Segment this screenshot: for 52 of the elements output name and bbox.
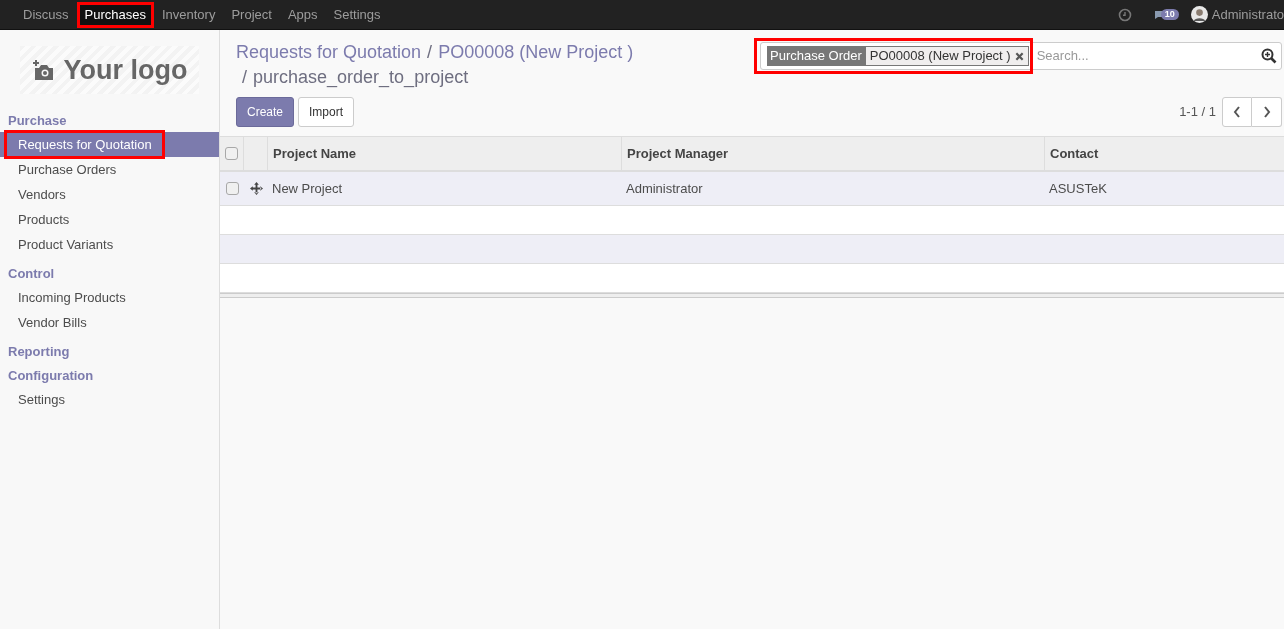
sidebar-item[interactable]: Product Variants bbox=[0, 232, 219, 257]
column-header[interactable]: Project Name bbox=[273, 143, 357, 164]
messages-button[interactable]: 10 bbox=[1153, 9, 1179, 20]
sidebar-item[interactable]: Vendor Bills bbox=[0, 310, 219, 335]
remove-icon[interactable] bbox=[1014, 51, 1024, 61]
checkbox[interactable] bbox=[225, 182, 239, 195]
facet-value: PO00008 (New Project ) bbox=[864, 46, 1029, 66]
section-heading: Control bbox=[7, 265, 56, 283]
section-heading: Purchase bbox=[7, 112, 68, 130]
table-cell: New Project bbox=[272, 180, 343, 196]
pager-value: 1-1 / 1 bbox=[1179, 103, 1216, 122]
import-button[interactable]: Import bbox=[298, 97, 355, 127]
column-header[interactable]: Project Manager bbox=[627, 143, 729, 164]
facet-label: Purchase Order bbox=[767, 46, 865, 66]
breadcrumb-separator: / bbox=[426, 41, 434, 64]
chevron-left-icon bbox=[1233, 106, 1241, 118]
section-heading: Configuration bbox=[7, 367, 95, 385]
previous-button[interactable] bbox=[1222, 97, 1252, 127]
menu-item[interactable]: Inventory bbox=[153, 1, 224, 28]
menu-item[interactable]: Project bbox=[223, 1, 280, 28]
menu-item[interactable]: Settings bbox=[325, 1, 389, 28]
sidebar-item[interactable]: Purchase Orders bbox=[0, 157, 219, 182]
menu-item[interactable]: Apps bbox=[279, 1, 326, 28]
breadcrumb-link[interactable]: Requests for Quotation bbox=[236, 40, 422, 65]
sidebar-item[interactable]: Products bbox=[0, 207, 219, 232]
menu-item[interactable]: Discuss bbox=[15, 1, 77, 28]
checkbox[interactable] bbox=[225, 147, 238, 160]
section-heading: Reporting bbox=[7, 343, 71, 361]
camera-icon bbox=[31, 59, 56, 81]
sidebar-item[interactable]: Incoming Products bbox=[0, 285, 219, 310]
sidebar-item[interactable]: Vendors bbox=[0, 182, 219, 207]
chat-icon bbox=[1153, 9, 1164, 20]
table-cell: ASUSTeK bbox=[1049, 180, 1107, 196]
breadcrumb-current: purchase_order_to_project bbox=[253, 66, 469, 90]
message-count: 10 bbox=[1160, 9, 1179, 20]
menu-item[interactable]: Purchases bbox=[76, 1, 154, 28]
drag-handle-icon[interactable] bbox=[249, 182, 263, 195]
table-cell: Administrator bbox=[626, 180, 703, 196]
search-input[interactable]: Search... bbox=[1034, 46, 1261, 66]
chevron-right-icon bbox=[1262, 106, 1271, 118]
logo: Your logo bbox=[20, 46, 199, 94]
search-icon[interactable] bbox=[1261, 48, 1277, 64]
clock-icon[interactable] bbox=[1117, 7, 1132, 22]
next-button[interactable] bbox=[1252, 97, 1282, 127]
avatar-icon bbox=[1190, 6, 1208, 23]
sidebar-item[interactable]: Requests for Quotation bbox=[0, 132, 219, 157]
column-header[interactable]: Contact bbox=[1050, 143, 1099, 164]
create-button[interactable]: Create bbox=[236, 97, 295, 127]
sidebar-item[interactable]: Settings bbox=[0, 387, 219, 412]
breadcrumb-separator: / bbox=[241, 66, 248, 89]
breadcrumb-link[interactable]: PO00008 (New Project ) bbox=[438, 40, 634, 65]
user-menu[interactable]: Administrato bbox=[1190, 4, 1284, 25]
